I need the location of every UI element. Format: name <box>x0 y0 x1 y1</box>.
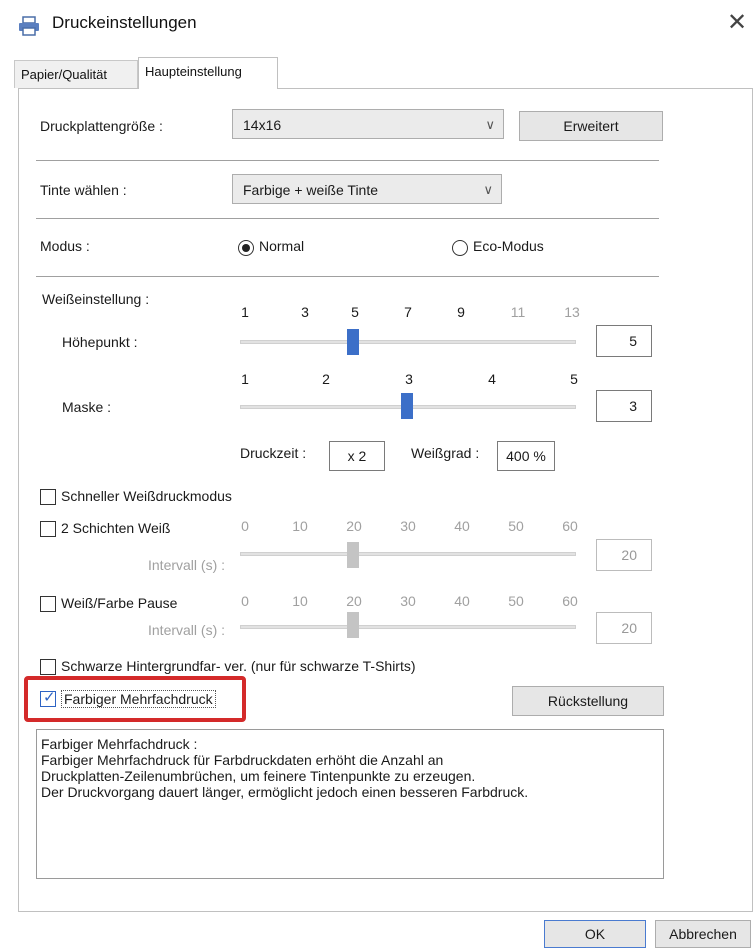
mode-label: Modus : <box>40 238 90 254</box>
white-color-pause-checkbox[interactable] <box>40 596 56 612</box>
highlight-slider-thumb[interactable] <box>347 329 359 355</box>
tick-label: 10 <box>292 593 308 609</box>
pause-interval-label: Intervall (s) : <box>148 622 226 638</box>
tick-label: 0 <box>241 518 249 534</box>
two-layer-white-label[interactable]: 2 Schichten Weiß <box>61 520 170 536</box>
black-background-label[interactable]: Schwarze Hintergrundfar- ver. (nur für s… <box>61 658 416 674</box>
tick-label: 9 <box>457 304 465 320</box>
description-line: Druckplatten-Zeilenumbrüchen, um feinere… <box>41 768 476 784</box>
checkmark-icon: ✓ <box>43 689 56 706</box>
tick-label: 30 <box>400 518 416 534</box>
highlight-value-box[interactable]: 5 <box>596 325 652 357</box>
chevron-down-icon: ∨ <box>483 182 493 197</box>
two-layer-slider-thumb <box>347 542 359 568</box>
ink-select[interactable]: Farbige + weiße Tinte ∨ <box>232 174 502 204</box>
pause-slider-track <box>240 625 576 629</box>
print-time-label: Druckzeit : <box>240 445 307 461</box>
cancel-button[interactable]: Abbrechen <box>655 920 751 948</box>
tick-label: 7 <box>404 304 412 320</box>
title-bar: Druckeinstellungen ✕ <box>0 0 753 52</box>
platen-size-value: 14x16 <box>243 117 282 133</box>
mask-label: Maske : <box>62 399 112 415</box>
tick-label: 1 <box>241 304 249 320</box>
tick-label: 10 <box>292 518 308 534</box>
separator <box>36 160 659 161</box>
white-degree-value: 400 % <box>497 441 555 471</box>
mode-eco-radio[interactable] <box>452 240 468 256</box>
advanced-button[interactable]: Erweitert <box>519 111 663 141</box>
tick-label: 50 <box>508 593 524 609</box>
tab-strip: Papier/Qualität Haupteinstellung <box>14 57 751 89</box>
window-title: Druckeinstellungen <box>52 13 197 32</box>
white-color-pause-label[interactable]: Weiß/Farbe Pause <box>61 595 177 611</box>
tab-main-settings[interactable]: Haupteinstellung <box>138 57 278 89</box>
fast-white-checkbox[interactable] <box>40 489 56 505</box>
mode-normal-label[interactable]: Normal <box>259 238 304 254</box>
tick-label: 60 <box>562 518 578 534</box>
pause-slider-thumb <box>347 612 359 638</box>
tick-label: 3 <box>405 371 413 387</box>
white-setting-label: Weißeinstellung : <box>42 291 150 307</box>
ink-value: Farbige + weiße Tinte <box>243 182 379 198</box>
tick-label: 13 <box>564 304 580 320</box>
tick-label: 50 <box>508 518 524 534</box>
white-degree-label: Weißgrad : <box>411 445 480 461</box>
platen-size-select[interactable]: 14x16 ∨ <box>232 109 504 139</box>
printer-icon <box>19 16 39 36</box>
separator <box>36 218 659 219</box>
tick-label: 5 <box>351 304 359 320</box>
chevron-down-icon: ∨ <box>485 117 495 132</box>
separator <box>36 276 659 277</box>
close-icon[interactable]: ✕ <box>724 8 750 38</box>
tick-label: 40 <box>454 593 470 609</box>
highlight-label: Höhepunkt : <box>62 334 138 350</box>
tick-label: 11 <box>510 304 526 320</box>
two-layer-slider-track <box>240 552 576 556</box>
tick-label: 3 <box>301 304 309 320</box>
description-line: Farbiger Mehrfachdruck für Farbdruckdate… <box>41 752 444 768</box>
mode-normal-radio[interactable] <box>238 240 254 256</box>
tick-label: 5 <box>570 371 578 387</box>
tick-label: 20 <box>346 518 362 534</box>
radio-selected-dot <box>242 244 250 252</box>
tick-label: 60 <box>562 593 578 609</box>
description-line: Farbiger Mehrfachdruck : <box>41 736 198 752</box>
highlight-slider-track[interactable] <box>240 340 576 344</box>
two-layer-value-box: 20 <box>596 539 652 571</box>
mode-eco-label[interactable]: Eco-Modus <box>473 238 544 254</box>
ok-button[interactable]: OK <box>544 920 646 948</box>
tick-label: 0 <box>241 593 249 609</box>
tick-label: 30 <box>400 593 416 609</box>
description-line: Der Druckvorgang dauert länger, ermöglic… <box>41 784 529 800</box>
black-background-checkbox[interactable] <box>40 659 56 675</box>
tick-label: 4 <box>488 371 496 387</box>
platen-size-label: Druckplattengröße : <box>40 118 163 134</box>
tab-paper-quality[interactable]: Papier/Qualität <box>14 60 138 88</box>
description-box: Farbiger Mehrfachdruck : Farbiger Mehrfa… <box>36 729 664 879</box>
tick-label: 40 <box>454 518 470 534</box>
pause-value-box: 20 <box>596 612 652 644</box>
fast-white-label[interactable]: Schneller Weißdruckmodus <box>61 488 232 504</box>
multi-color-checkbox[interactable]: ✓ <box>40 689 56 707</box>
tick-label: 20 <box>346 593 362 609</box>
reset-button[interactable]: Rückstellung <box>512 686 664 716</box>
mask-value-box[interactable]: 3 <box>596 390 652 422</box>
mask-slider-thumb[interactable] <box>401 393 413 419</box>
multi-color-label[interactable]: Farbiger Mehrfachdruck <box>61 690 216 708</box>
print-time-value: x 2 <box>329 441 385 471</box>
two-layer-interval-label: Intervall (s) : <box>148 557 226 573</box>
tick-label: 1 <box>241 371 249 387</box>
ink-label: Tinte wählen : <box>40 182 127 198</box>
tick-label: 2 <box>322 371 330 387</box>
two-layer-white-checkbox[interactable] <box>40 521 56 537</box>
